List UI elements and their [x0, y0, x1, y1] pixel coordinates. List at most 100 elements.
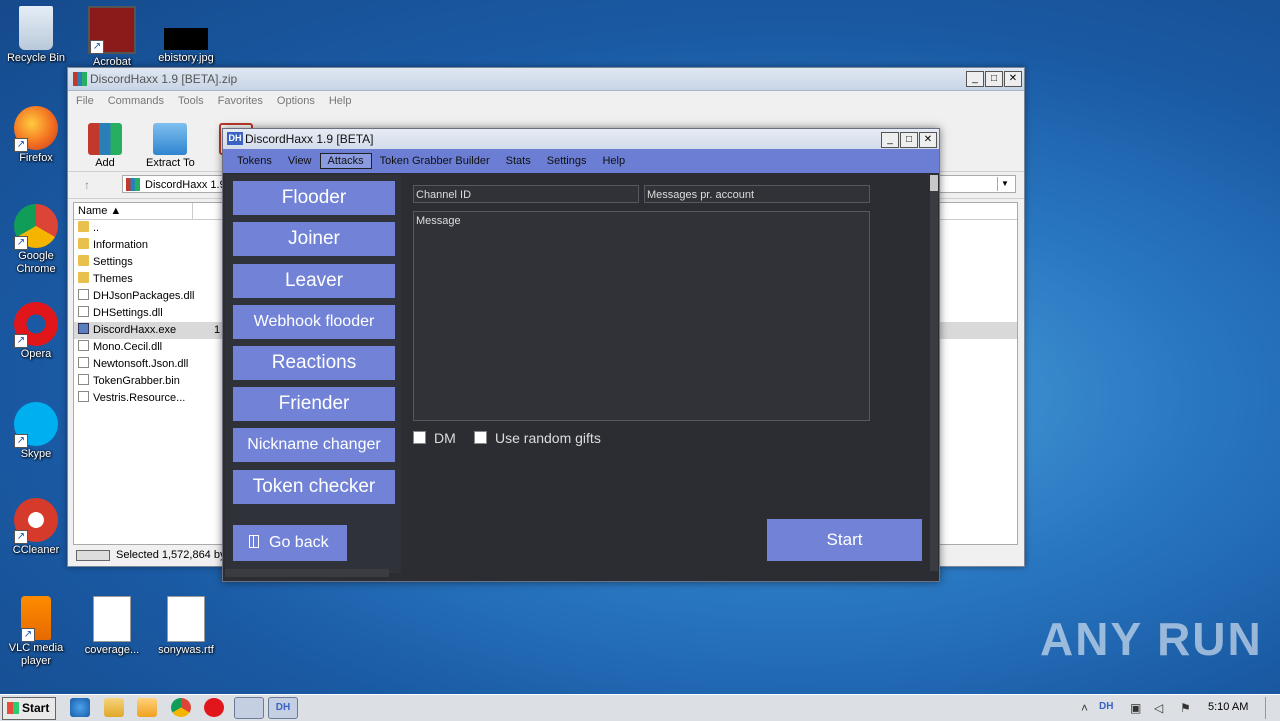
- close-button[interactable]: ✕: [919, 132, 937, 148]
- menu-file[interactable]: File: [76, 95, 94, 107]
- flooder-panel: Channel ID Messages pr. account Message …: [405, 175, 925, 573]
- menu-settings[interactable]: Settings: [539, 153, 595, 169]
- scrollbar-thumb[interactable]: [930, 175, 938, 191]
- discordhaxx-taskbar-button[interactable]: DH: [268, 697, 298, 719]
- file-size: 1: [214, 324, 221, 336]
- desktop-icon-opera[interactable]: ↗ Opera: [1, 302, 71, 361]
- file-icon: [78, 323, 89, 334]
- file-icon: [78, 391, 89, 402]
- file-name: DHJsonPackages.dll: [93, 290, 195, 302]
- menu-help[interactable]: Help: [329, 95, 352, 107]
- attacks-sidebar: Flooder Joiner Leaver Webhook flooder Re…: [225, 175, 401, 573]
- file-name: Vestris.Resource...: [93, 392, 186, 404]
- desktop-icon-ebistory[interactable]: ebistory.jpg: [151, 6, 221, 65]
- winrar-icon: [73, 72, 87, 86]
- menu-stats[interactable]: Stats: [498, 153, 539, 169]
- clock[interactable]: 5:10 AM: [1208, 701, 1248, 713]
- maximize-button[interactable]: □: [985, 71, 1003, 87]
- vertical-scrollbar[interactable]: [930, 175, 938, 571]
- token-checker-button[interactable]: Token checker: [233, 470, 395, 504]
- taskbar: Start DH ˄ DH ▣ ◁ ⚑ 5:10 AM: [0, 694, 1280, 721]
- menu-help[interactable]: Help: [594, 153, 633, 169]
- dh-titlebar[interactable]: DH DiscordHaxx 1.9 [BETA] _ □ ✕: [223, 129, 939, 149]
- start-button[interactable]: Start: [767, 519, 922, 561]
- add-archive-icon: [88, 123, 122, 155]
- message-textarea[interactable]: Message: [413, 211, 870, 421]
- column-name[interactable]: Name ▲: [78, 205, 121, 217]
- maximize-button[interactable]: □: [900, 132, 918, 148]
- checkbox-box: [413, 431, 426, 444]
- desktop-icon-skype[interactable]: ↗ Skype: [1, 402, 71, 461]
- leaver-button[interactable]: Leaver: [233, 264, 395, 298]
- file-name: TokenGrabber.bin: [93, 375, 180, 387]
- desktop-icon-vlc[interactable]: ↗ VLC media player: [1, 596, 71, 668]
- ie-icon[interactable]: [70, 698, 90, 717]
- folder-icon: [153, 123, 188, 155]
- skype-icon: ↗: [14, 402, 58, 448]
- extract-to-button[interactable]: Extract To: [146, 123, 195, 169]
- file-icon: [78, 374, 89, 385]
- dh-title: DiscordHaxx 1.9 [BETA]: [245, 132, 374, 146]
- desktop-icon-coverage[interactable]: coverage...: [77, 596, 147, 657]
- menu-token-grabber-builder[interactable]: Token Grabber Builder: [372, 153, 498, 169]
- chevron-up-icon[interactable]: ˄: [1081, 701, 1088, 715]
- minimize-button[interactable]: _: [966, 71, 984, 87]
- start-button-taskbar[interactable]: Start: [2, 697, 56, 720]
- network-icon[interactable]: ▣: [1130, 701, 1141, 715]
- menu-options[interactable]: Options: [277, 95, 315, 107]
- joiner-button[interactable]: Joiner: [233, 222, 395, 256]
- friender-button[interactable]: Friender: [233, 387, 395, 421]
- word-document-icon: [167, 596, 205, 642]
- menu-tools[interactable]: Tools: [178, 95, 204, 107]
- folder-icon: [78, 255, 89, 266]
- desktop-icon-firefox[interactable]: ↗ Firefox: [1, 106, 71, 165]
- menu-commands[interactable]: Commands: [108, 95, 164, 107]
- opera-icon: ↗: [14, 302, 58, 348]
- horizontal-scrollbar[interactable]: [225, 569, 389, 577]
- chevron-down-icon[interactable]: ▼: [997, 177, 1012, 191]
- dh-tray-icon[interactable]: DH: [1099, 701, 1113, 712]
- desktop-icon-ccleaner[interactable]: ↗ CCleaner: [1, 498, 71, 557]
- flooder-button[interactable]: Flooder: [233, 181, 395, 215]
- add-button[interactable]: Add: [88, 123, 122, 169]
- winrar-taskbar-button[interactable]: [234, 697, 264, 719]
- close-button[interactable]: ✕: [1004, 71, 1022, 87]
- go-back-button[interactable]: Go back: [233, 525, 347, 561]
- ccleaner-icon: ↗: [14, 498, 58, 544]
- folder-icon: [78, 238, 89, 249]
- channel-id-field[interactable]: Channel ID: [413, 185, 639, 203]
- up-arrow-icon[interactable]: ↑: [84, 178, 90, 192]
- file-name: DiscordHaxx.exe: [93, 324, 177, 336]
- windows-logo-icon: [7, 702, 19, 714]
- desktop-icon-chrome[interactable]: ↗ Google Chrome: [1, 204, 71, 276]
- image-file-icon: [164, 28, 208, 50]
- desktop-icon-sonywas[interactable]: sonywas.rtf: [151, 596, 221, 657]
- minimize-button[interactable]: _: [881, 132, 899, 148]
- explorer-icon[interactable]: [104, 698, 124, 717]
- media-player-icon[interactable]: [137, 698, 157, 717]
- desktop-icon-acrobat[interactable]: ↗ Acrobat: [77, 6, 147, 69]
- show-desktop-button[interactable]: [1265, 697, 1280, 719]
- archive-icon: [126, 178, 140, 191]
- menu-favorites[interactable]: Favorites: [218, 95, 263, 107]
- menu-view[interactable]: View: [280, 153, 320, 169]
- dh-logo-icon: DH: [227, 132, 243, 145]
- dm-checkbox[interactable]: DM: [413, 430, 456, 446]
- messages-per-account-field[interactable]: Messages pr. account: [644, 185, 870, 203]
- chrome-icon[interactable]: [171, 698, 191, 717]
- flag-icon[interactable]: ⚑: [1180, 701, 1191, 715]
- reactions-button[interactable]: Reactions: [233, 346, 395, 380]
- menu-tokens[interactable]: Tokens: [229, 153, 280, 169]
- random-gifts-checkbox[interactable]: Use random gifts: [474, 430, 601, 446]
- menu-attacks[interactable]: Attacks: [319, 153, 372, 169]
- drive-icon: [76, 550, 110, 561]
- nickname-changer-button[interactable]: Nickname changer: [233, 428, 395, 462]
- opera-icon[interactable]: [204, 698, 224, 717]
- folder-icon: [78, 221, 89, 232]
- winrar-titlebar[interactable]: DiscordHaxx 1.9 [BETA].zip _ □ ✕: [68, 68, 1024, 91]
- status-text: Selected 1,572,864 by: [116, 549, 226, 561]
- desktop-icon-recycle-bin[interactable]: Recycle Bin: [1, 6, 71, 65]
- webhook-flooder-button[interactable]: Webhook flooder: [233, 305, 395, 339]
- checkbox-box: [474, 431, 487, 444]
- volume-icon[interactable]: ◁: [1154, 701, 1163, 715]
